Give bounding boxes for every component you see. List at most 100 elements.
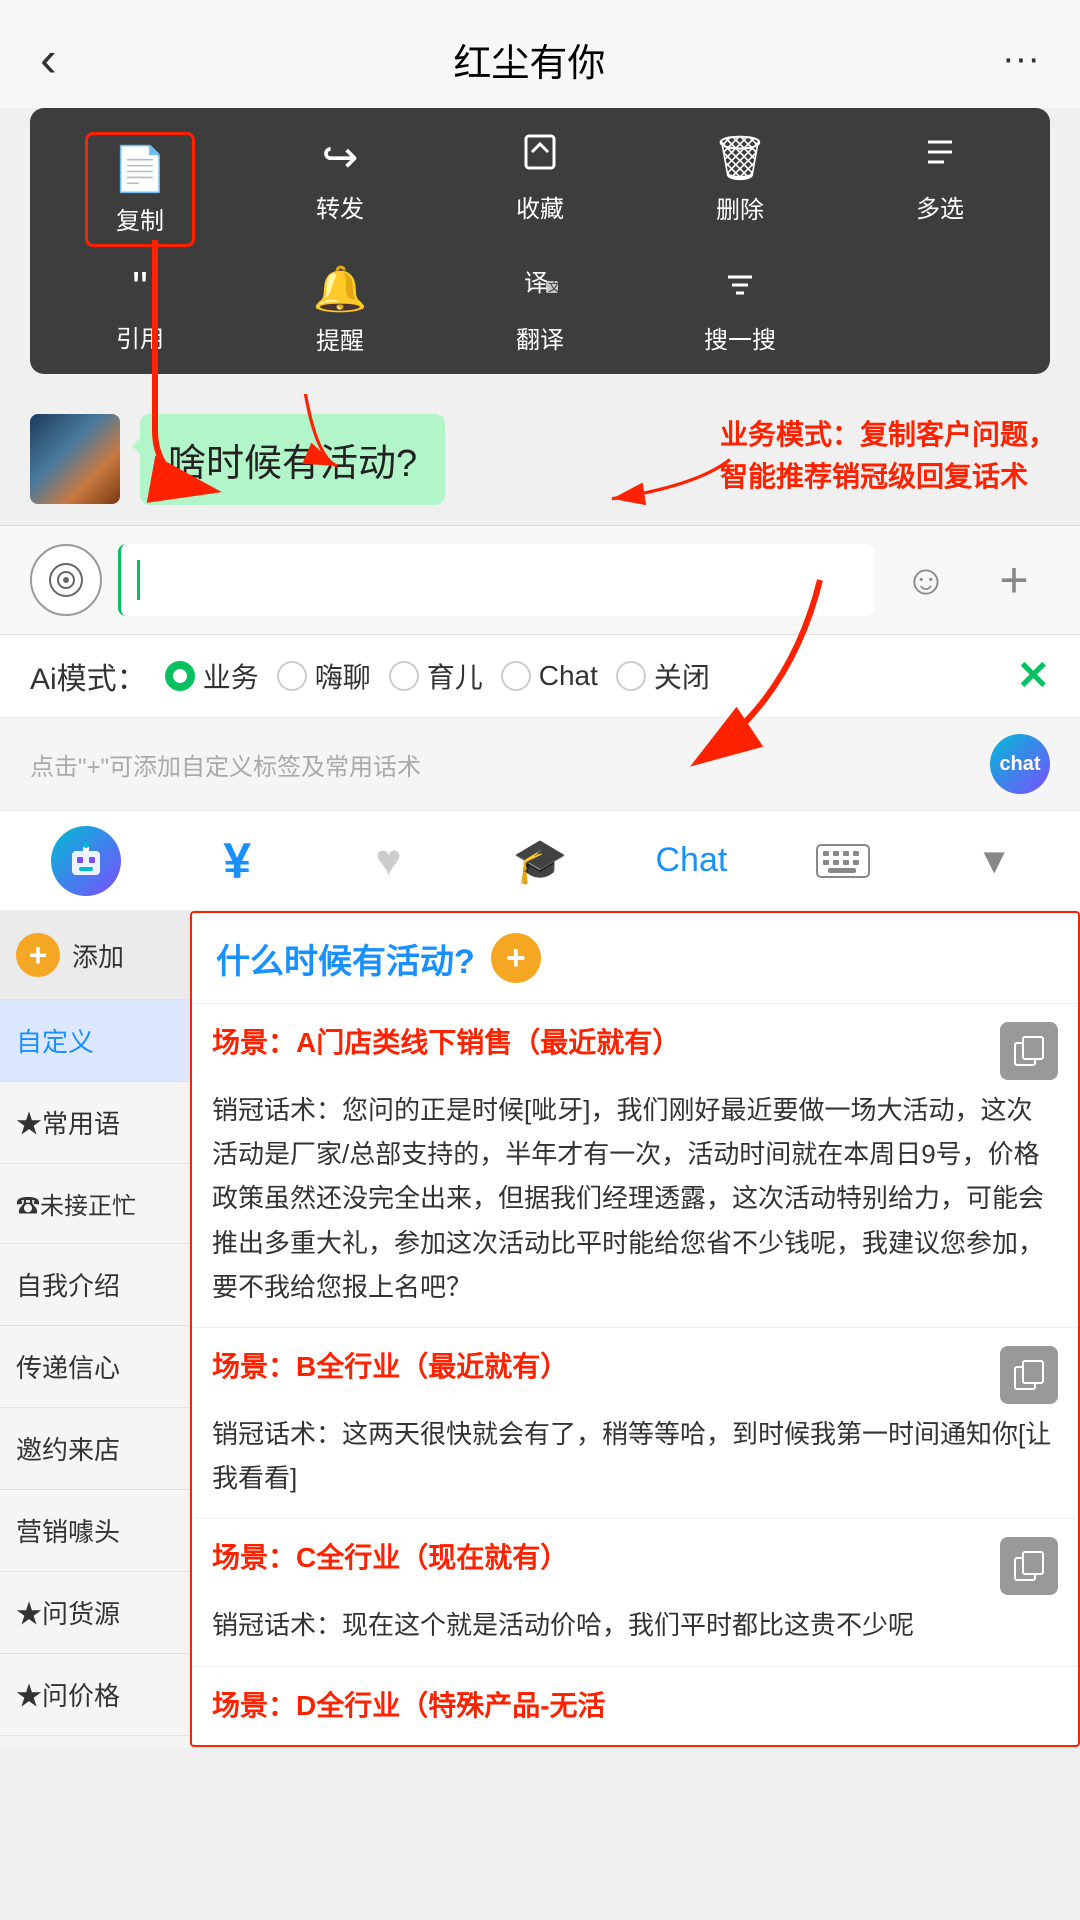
menu-item-remind[interactable]: 🔔 提醒 xyxy=(285,263,395,356)
avatar xyxy=(30,414,120,504)
quote-icon: " xyxy=(132,263,148,313)
toolbar-yen[interactable]: ¥ xyxy=(161,811,312,910)
more-button[interactable]: ··· xyxy=(1002,38,1040,81)
ai-mode-bar: Ai模式： 业务 嗨聊 育儿 Chat 关闭 ✕ xyxy=(0,635,1080,718)
ai-mode-child[interactable]: 育儿 xyxy=(389,656,483,696)
menu-item-collect[interactable]: 收藏 xyxy=(485,132,595,247)
sidebar-item-missed[interactable]: ☎未接正忙 xyxy=(0,1164,190,1244)
scenario-b: 场景：B全行业（最近就有） 销冠话术：这两天很快就会有了，稍等等哈，到时候我第一… xyxy=(192,1328,1078,1519)
robot-face-icon xyxy=(64,839,108,883)
toolbar-hat[interactable]: 🎓 xyxy=(464,811,615,910)
ai-mode-chat[interactable]: Chat xyxy=(501,660,598,692)
plus-button[interactable]: + xyxy=(978,544,1050,616)
scenario-b-label: 场景：B全行业（最近就有） xyxy=(212,1346,990,1388)
menu-item-multiselect[interactable]: 多选 xyxy=(885,132,995,247)
svg-text:译: 译 xyxy=(524,270,548,297)
chat-bubble: 啥时候有活动? xyxy=(140,414,445,505)
back-button[interactable]: ‹ xyxy=(40,30,57,88)
delete-icon: 🗑 xyxy=(712,132,768,184)
input-bar: ☺ + xyxy=(0,525,1080,635)
chat-badge[interactable]: chat xyxy=(990,734,1050,794)
delete-label: 删除 xyxy=(716,190,764,225)
header: ‹ 红尘有你 ··· xyxy=(0,0,1080,108)
radio-close xyxy=(616,661,646,691)
multiselect-icon xyxy=(920,132,960,183)
main-content: + 添加 自定义 ★常用语 ☎未接正忙 自我介绍 传递信心 邀约来店 营销噱头 … xyxy=(0,911,1080,1747)
ai-mode-label: Ai模式： xyxy=(30,654,147,698)
chat-bubble-text: 啥时候有活动? xyxy=(168,443,417,485)
child-label: 育儿 xyxy=(427,656,483,696)
menu-item-translate[interactable]: 译 文 翻译 xyxy=(485,263,595,356)
multiselect-label: 多选 xyxy=(916,189,964,224)
scenario-c-label: 场景：C全行业（现在就有） xyxy=(212,1537,990,1579)
sidebar-item-custom[interactable]: 自定义 xyxy=(0,1000,190,1082)
haichat-label: 嗨聊 xyxy=(315,656,371,696)
voice-button[interactable] xyxy=(30,544,102,616)
close-x-button[interactable]: ✕ xyxy=(1016,653,1050,699)
copy-scenario-a-button[interactable] xyxy=(1000,1022,1058,1080)
copy-scenario-b-button[interactable] xyxy=(1000,1346,1058,1404)
scenario-a-label: 场景：A门店类线下销售（最近就有） xyxy=(212,1022,990,1064)
sidebar-item-invite[interactable]: 邀约来店 xyxy=(0,1408,190,1490)
header-title: 红尘有你 xyxy=(453,32,605,87)
remind-icon: 🔔 xyxy=(313,263,368,315)
ai-mode-close[interactable]: 关闭 xyxy=(616,656,710,696)
scenario-c-content: 销冠话术：现在这个就是活动价哈，我们平时都比这贵不少呢 xyxy=(212,1603,1058,1647)
emoji-button[interactable]: ☺ xyxy=(890,544,962,616)
business-label: 业务 xyxy=(203,656,259,696)
content-panel: 什么时候有活动? + 场景：A门店类线下销售（最近就有） 销冠话术：您问的正是时… xyxy=(190,911,1080,1747)
hint-text: 点击"+"可添加自定义标签及常用话术 xyxy=(30,747,421,782)
ai-mode-haichat[interactable]: 嗨聊 xyxy=(277,656,371,696)
scenario-c: 场景：C全行业（现在就有） 销冠话术：现在这个就是活动价哈，我们平时都比这贵不少… xyxy=(192,1519,1078,1666)
toolbar-down-arrow[interactable]: ▼ xyxy=(919,811,1070,910)
toolbar-heart[interactable]: ♥ xyxy=(313,811,464,910)
hint-bar: 点击"+"可添加自定义标签及常用话术 chat xyxy=(0,718,1080,811)
translate-icon: 译 文 xyxy=(520,263,560,314)
menu-item-copy[interactable]: 📄 复制 xyxy=(85,132,195,247)
scenario-b-content: 销冠话术：这两天很快就会有了，稍等等哈，到时候我第一时间通知你[让我看看] xyxy=(212,1412,1058,1500)
ai-mode-business[interactable]: 业务 xyxy=(165,656,259,696)
collect-label: 收藏 xyxy=(516,189,564,224)
add-label: 添加 xyxy=(72,937,124,974)
panel-header: 什么时候有活动? + xyxy=(192,913,1078,1004)
chat-area: 啥时候有活动? 业务模式：复制客户问题，智能推荐销冠级回复话术 xyxy=(0,394,1080,525)
copy-scenario-c-button[interactable] xyxy=(1000,1537,1058,1595)
scenario-d: 场景：D全行业（特殊产品-无活 xyxy=(192,1667,1078,1745)
annotation-text: 业务模式：复制客户问题，智能推荐销冠级回复话术 xyxy=(720,414,1056,498)
copy-b-icon xyxy=(1013,1359,1045,1391)
sidebar-add-button[interactable]: + 添加 xyxy=(0,911,190,1000)
close-label: 关闭 xyxy=(654,656,710,696)
sidebar-item-marketing[interactable]: 营销噱头 xyxy=(0,1490,190,1572)
search-label: 搜一搜 xyxy=(704,320,776,355)
add-circle-icon: + xyxy=(16,933,60,977)
scenario-a: 场景：A门店类线下销售（最近就有） 销冠话术：您问的正是时候[呲牙]，我们刚好最… xyxy=(192,1004,1078,1328)
menu-item-quote[interactable]: " 引用 xyxy=(85,263,195,356)
menu-item-forward[interactable]: ↪ 转发 xyxy=(285,132,395,247)
toolbar-keyboard[interactable] xyxy=(767,811,918,910)
sidebar-item-common[interactable]: ★常用语 xyxy=(0,1082,190,1164)
radio-business xyxy=(165,661,195,691)
translate-label: 翻译 xyxy=(516,320,564,355)
menu-item-search[interactable]: 搜一搜 xyxy=(685,263,795,356)
scenario-d-label: 场景：D全行业（特殊产品-无活 xyxy=(212,1690,606,1721)
context-menu: 📄 复制 ↪ 转发 收藏 🗑 删除 xyxy=(30,108,1050,374)
quote-label: 引用 xyxy=(116,319,164,354)
forward-label: 转发 xyxy=(316,189,364,224)
remind-label: 提醒 xyxy=(316,321,364,356)
sidebar-item-source[interactable]: ★问货源 xyxy=(0,1572,190,1654)
toolbar: ¥ ♥ 🎓 Chat ▼ xyxy=(0,811,1080,911)
svg-text:文: 文 xyxy=(548,279,560,294)
sidebar-item-intro[interactable]: 自我介绍 xyxy=(0,1244,190,1326)
forward-icon: ↪ xyxy=(322,132,359,183)
search-icon xyxy=(720,263,760,314)
toolbar-robot[interactable] xyxy=(10,811,161,910)
toolbar-chat-text[interactable]: Chat xyxy=(616,811,767,910)
sidebar: + 添加 自定义 ★常用语 ☎未接正忙 自我介绍 传递信心 邀约来店 营销噱头 … xyxy=(0,911,190,1747)
sidebar-item-price[interactable]: ★问价格 xyxy=(0,1654,190,1736)
sidebar-item-trust[interactable]: 传递信心 xyxy=(0,1326,190,1408)
text-input[interactable] xyxy=(118,544,874,616)
panel-add-button[interactable]: + xyxy=(491,933,541,983)
copy-label: 复制 xyxy=(116,201,164,236)
menu-item-delete[interactable]: 🗑 删除 xyxy=(685,132,795,247)
panel-title: 什么时候有活动? xyxy=(216,934,475,983)
